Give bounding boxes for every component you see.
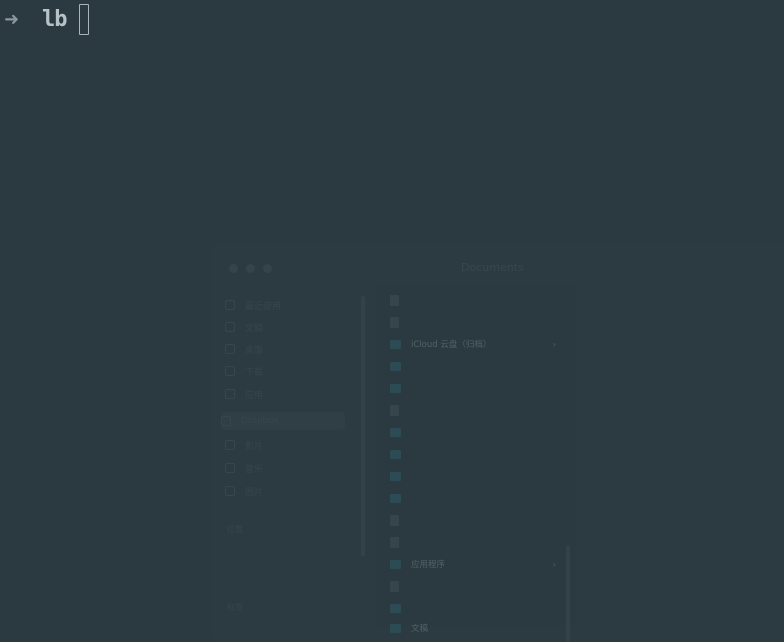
sidebar-item: 文稿 [225,318,345,336]
folder-icon [390,493,401,503]
list-item: iCloud 云盘（归档） › [390,336,560,352]
prompt-line: ➜ lb [4,2,89,36]
sidebar-item-label: 图片 [245,487,264,498]
close-dot-icon [229,264,238,273]
list-item [390,512,560,528]
sidebar-item: 影片 [225,436,345,454]
sidebar-scrollbar [361,296,365,556]
list-item [390,314,560,330]
sidebar-item-label: 影片 [245,441,264,452]
list-item [390,490,560,506]
window-controls [229,264,272,273]
folder-icon [390,559,401,569]
chevron-right-icon: › [552,339,556,349]
folder-icon [390,361,401,371]
text-cursor [78,3,89,35]
minimize-dot-icon [246,264,255,273]
chevron-right-icon: › [552,559,556,569]
list-item [390,358,560,374]
file-list: iCloud 云盘（归档） › 应用程序 › 文稿 [376,286,576,634]
folder-icon [390,623,401,633]
folder-icon [390,427,401,437]
zoom-dot-icon [263,264,272,273]
sidebar-item-label: 最近使用 [245,301,282,312]
folder-icon [390,603,401,613]
list-item [390,424,560,440]
file-icon [390,514,399,526]
sidebar-item-label: 桌面 [245,345,264,356]
sidebar-item-label: 音乐 [245,464,264,475]
folder-icon [390,449,401,459]
sidebar-item-label: 下载 [245,367,264,378]
list-item [390,534,560,550]
prompt-arrow-icon: ➜ [4,8,20,30]
sidebar-section-header: 位置 [227,525,243,534]
file-icon [390,404,399,416]
list-item [390,292,560,308]
file-icon [390,294,399,306]
list-item [390,380,560,396]
list-item [390,402,560,418]
clock-icon [225,300,235,310]
sidebar-item: 最近使用 [225,296,345,314]
dropbox-icon [221,416,231,426]
list-item-label: iCloud 云盘（归档） [411,340,492,350]
sidebar-section-header: 标签 [227,603,243,612]
sidebar-item: 图片 [225,482,345,500]
sidebar-item: 音乐 [225,459,345,477]
doc-icon [225,322,235,332]
list-item [390,600,560,616]
folder-icon [390,383,401,393]
list-item [390,578,560,594]
sidebar-item-label: 应用 [245,390,264,401]
file-icon [390,536,399,548]
command-text: lb [42,6,67,32]
list-item-label: 应用程序 [411,560,446,570]
sidebar-item-label: 文稿 [245,323,264,334]
list-item: 应用程序 › [390,556,560,572]
finder-sidebar: 最近使用 文稿 桌面 下载 应用 Dropbox 影片 音乐 图片 位置 标签 [211,242,371,642]
finder-window-background: 最近使用 文稿 桌面 下载 应用 Dropbox 影片 音乐 图片 位置 标签 … [211,242,784,642]
list-item: 文稿 [390,620,560,636]
file-icon [390,580,399,592]
sidebar-item: 桌面 [225,340,345,358]
music-icon [225,463,235,473]
sidebar-item: 下载 [225,362,345,380]
sidebar-item: Dropbox [221,412,345,430]
desktop-icon [225,344,235,354]
app-icon [225,389,235,399]
sidebar-item-label: Dropbox [241,416,279,426]
file-icon [390,316,399,328]
film-icon [225,440,235,450]
folder-icon [390,471,401,481]
sidebar-item: 应用 [225,385,345,403]
window-title: Documents [461,261,524,274]
list-item [390,446,560,462]
download-icon [225,366,235,376]
photo-icon [225,486,235,496]
list-scrollbar [566,545,570,642]
list-item [390,468,560,484]
folder-icon [390,339,401,349]
